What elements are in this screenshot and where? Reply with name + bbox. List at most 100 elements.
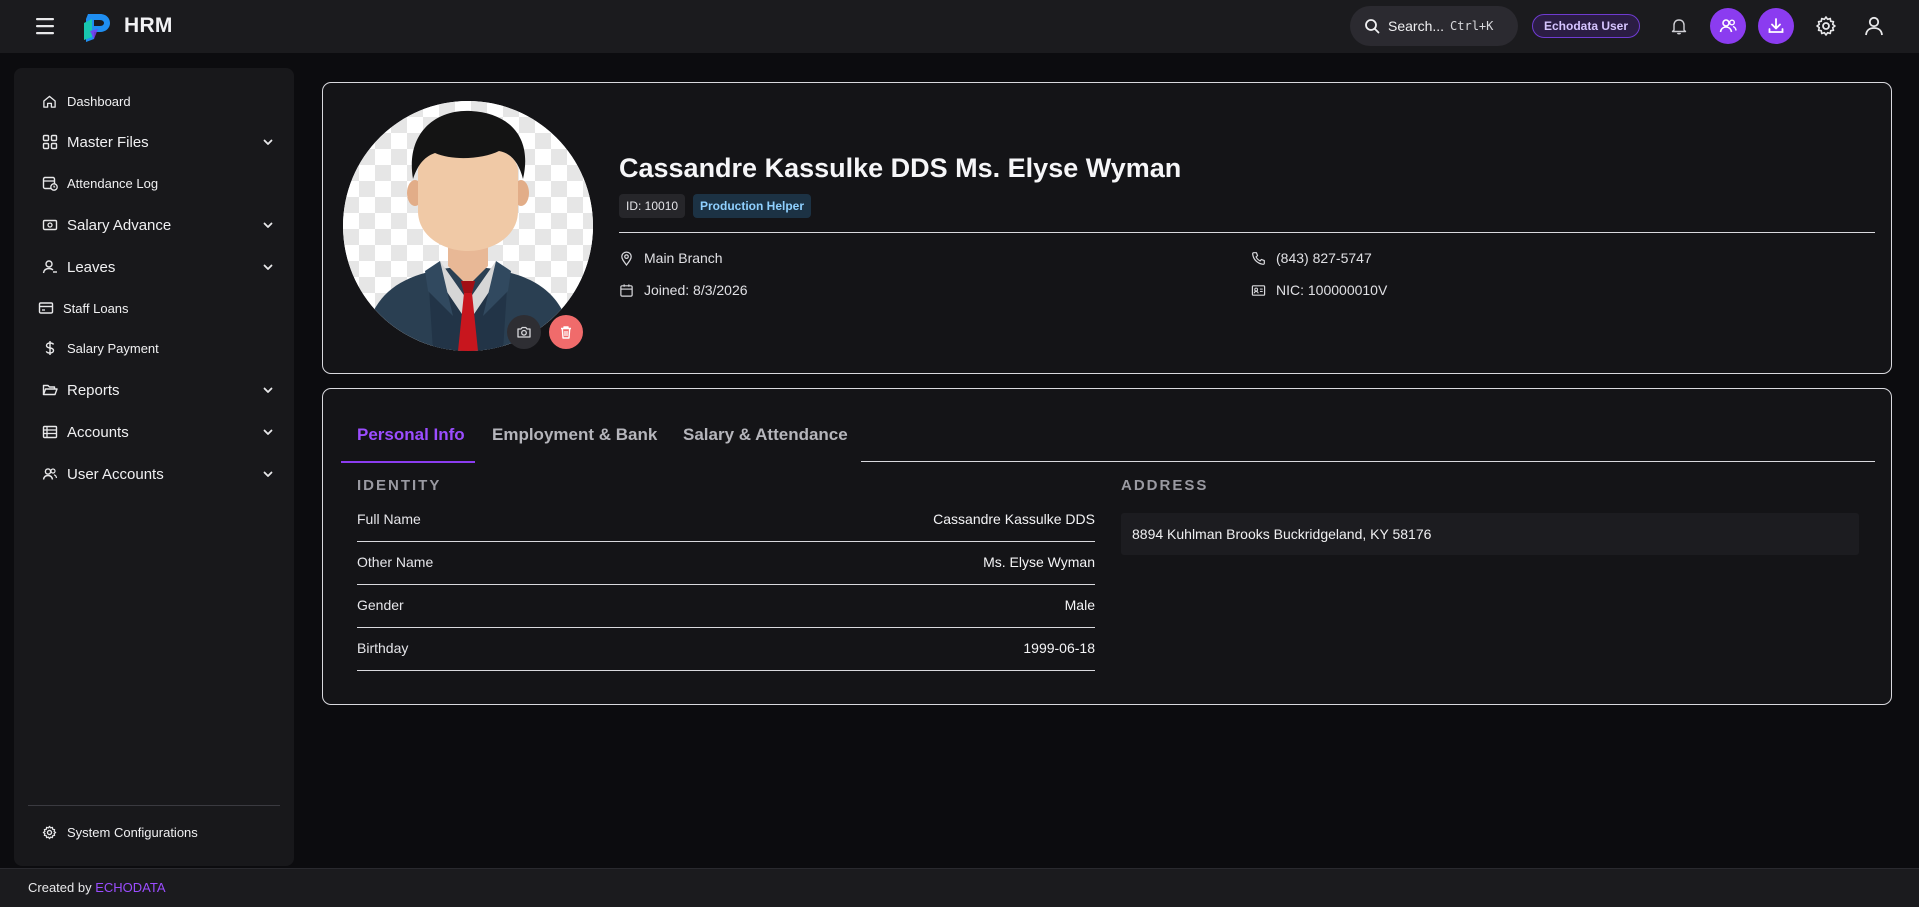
- bell-icon[interactable]: [1665, 12, 1693, 40]
- chevron-down-icon: [262, 425, 274, 442]
- app-logo: [80, 11, 114, 43]
- nic-info: NIC: 100000010V: [1251, 280, 1387, 300]
- footer-prefix: Created by: [28, 880, 92, 895]
- employee-id-badge: ID: 10010: [619, 194, 686, 218]
- cash-icon: [42, 217, 58, 233]
- table-row: Other Name Ms. Elyse Wyman: [357, 542, 1095, 585]
- sidebar-item-label: Dashboard: [67, 93, 131, 109]
- sidebar-item-label: Reports: [67, 381, 120, 399]
- footer: Created by ECHODATA: [0, 868, 1919, 907]
- top-bar: HRM Search... Ctrl+K Echodata User: [0, 0, 1919, 53]
- sidebar-item-salary-advance[interactable]: Salary Advance: [42, 211, 282, 239]
- branch-info: Main Branch: [619, 248, 723, 268]
- tab-personal-info[interactable]: Personal Info: [357, 425, 465, 445]
- joined-info: Joined: 8/3/2026: [619, 280, 748, 300]
- tab-salary-attendance[interactable]: Salary & Attendance: [683, 425, 848, 445]
- profile-card: Cassandre Kassulke DDS Ms. Elyse Wyman I…: [322, 82, 1892, 374]
- delete-photo-button[interactable]: [549, 315, 583, 349]
- sidebar-item-master-files[interactable]: Master Files: [42, 128, 282, 156]
- gear-icon[interactable]: [1812, 12, 1840, 40]
- sidebar-item-reports[interactable]: Reports: [42, 376, 282, 404]
- user-badge[interactable]: Echodata User: [1532, 14, 1641, 38]
- table-row: Birthday 1999-06-18: [357, 628, 1095, 671]
- map-pin-icon: [621, 251, 632, 266]
- camera-icon: [517, 326, 531, 338]
- sidebar-item-leaves[interactable]: Leaves: [42, 253, 282, 281]
- field-label: Birthday: [357, 640, 409, 656]
- field-value: Cassandre Kassulke DDS: [933, 511, 1095, 527]
- app-title: HRM: [124, 14, 173, 37]
- employee-name: Cassandre Kassulke DDS Ms. Elyse Wyman: [619, 153, 1182, 183]
- nic-text: NIC: 100000010V: [1276, 282, 1388, 298]
- sidebar-item-attendance-log[interactable]: Attendance Log: [42, 169, 282, 197]
- active-tab-indicator: [341, 461, 475, 463]
- chevron-down-icon: [262, 135, 274, 152]
- search-button[interactable]: Search... Ctrl+K: [1350, 6, 1518, 46]
- field-label: Gender: [357, 597, 404, 613]
- sidebar-item-accounts[interactable]: Accounts: [42, 418, 282, 446]
- phone-icon: [1252, 251, 1265, 265]
- field-value: Ms. Elyse Wyman: [983, 554, 1095, 570]
- role-badge: Production Helper: [693, 194, 812, 218]
- field-value: 1999-06-18: [1023, 640, 1095, 656]
- sidebar-item-label: Attendance Log: [67, 175, 159, 191]
- footer-brand-link[interactable]: ECHODATA: [95, 880, 165, 895]
- chevron-down-icon: [262, 218, 274, 235]
- folder-open-icon: [42, 382, 58, 398]
- id-card-icon: [1251, 284, 1266, 296]
- address-section-title: ADDRESS: [1121, 477, 1209, 494]
- sidebar-divider: [28, 805, 280, 806]
- sidebar-item-system-configurations[interactable]: System Configurations: [42, 818, 282, 846]
- search-label: Search...: [1388, 18, 1445, 34]
- field-label: Other Name: [357, 554, 434, 570]
- grid-icon: [42, 134, 58, 150]
- address-value: 8894 Kuhlman Brooks Buckridgeland, KY 58…: [1121, 513, 1859, 555]
- chevron-down-icon: [262, 260, 274, 277]
- sidebar-item-user-accounts[interactable]: User Accounts: [42, 460, 282, 488]
- search-shortcut: Ctrl+K: [1450, 19, 1494, 33]
- sidebar-item-label: Master Files: [67, 133, 149, 151]
- field-label: Full Name: [357, 511, 421, 527]
- sidebar-item-staff-loans[interactable]: Staff Loans: [38, 294, 278, 322]
- tabs-divider: [861, 461, 1875, 462]
- table-row: Gender Male: [357, 585, 1095, 628]
- branch-text: Main Branch: [644, 250, 723, 266]
- joined-text: Joined: 8/3/2026: [644, 282, 748, 298]
- users-icon: [42, 466, 58, 482]
- sidebar-item-salary-payment[interactable]: Salary Payment: [42, 334, 282, 362]
- user-icon: [42, 259, 58, 275]
- ledger-icon: [42, 424, 58, 440]
- home-icon: [42, 93, 58, 109]
- sidebar-item-dashboard[interactable]: Dashboard: [42, 87, 282, 115]
- change-photo-button[interactable]: [507, 315, 541, 349]
- profile-divider: [619, 232, 1875, 233]
- calendar-icon: [620, 283, 633, 297]
- phone-text: (843) 827-5747: [1276, 250, 1372, 266]
- sidebar-item-label: Salary Payment: [67, 340, 159, 356]
- field-value: Male: [1064, 597, 1095, 613]
- account-icon[interactable]: [1860, 12, 1888, 40]
- search-icon: [1365, 19, 1380, 34]
- sidebar-item-label: User Accounts: [67, 465, 164, 483]
- sidebar: Dashboard Master Files Attendance Log Sa…: [14, 68, 294, 866]
- menu-icon[interactable]: [34, 15, 58, 37]
- sidebar-item-label: Leaves: [67, 258, 116, 276]
- chevron-down-icon: [262, 383, 274, 400]
- chevron-down-icon: [262, 467, 274, 484]
- identity-section-title: IDENTITY: [357, 477, 442, 494]
- phone-info: (843) 827-5747: [1251, 248, 1372, 268]
- sidebar-item-label: Accounts: [67, 423, 129, 441]
- calendar-clock-icon: [42, 175, 58, 191]
- sidebar-item-label: Staff Loans: [63, 300, 129, 316]
- users-icon[interactable]: [1710, 8, 1746, 44]
- dollar-icon: [42, 340, 58, 356]
- details-card: Personal Info Employment & Bank Salary &…: [322, 388, 1892, 705]
- download-icon[interactable]: [1758, 8, 1794, 44]
- gear-icon: [42, 824, 58, 840]
- sidebar-item-label: Salary Advance: [67, 216, 172, 234]
- sidebar-item-label: System Configurations: [67, 824, 198, 840]
- trash-icon: [561, 326, 571, 339]
- tab-employment-bank[interactable]: Employment & Bank: [492, 425, 657, 445]
- card-icon: [38, 300, 54, 316]
- table-row: Full Name Cassandre Kassulke DDS: [357, 499, 1095, 542]
